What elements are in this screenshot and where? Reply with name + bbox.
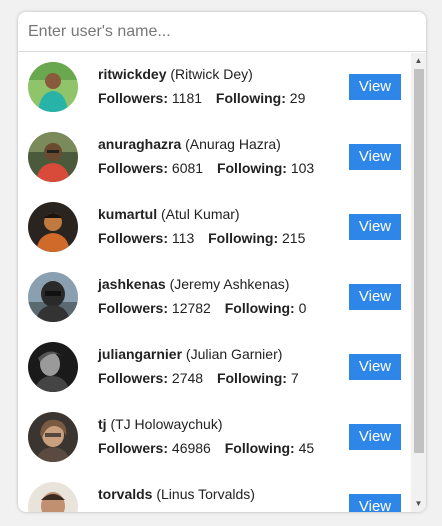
user-name-line: jashkenas (Jeremy Ashkenas) (98, 276, 289, 292)
followers-count: 12782 (171, 300, 211, 316)
following-label: Following: (208, 230, 279, 246)
followers-count: 1181 (171, 90, 203, 106)
following-count: 29 (289, 90, 306, 106)
user-search-card: ritwickdey (Ritwick Dey) Followers: 1181… (18, 12, 426, 512)
followers-label: Followers: (98, 440, 169, 456)
list-item: tj (TJ Holowaychuk) Followers: 46986 Fol… (18, 403, 410, 473)
avatar (28, 272, 78, 322)
user-login: ritwickdey (98, 66, 167, 82)
list-item: anuraghazra (Anurag Hazra) Followers: 60… (18, 123, 410, 193)
followers-label: Followers: (98, 370, 169, 386)
list-item: ritwickdey (Ritwick Dey) Followers: 1181… (18, 53, 410, 123)
user-name-line: torvalds (Linus Torvalds) (98, 486, 255, 502)
user-login: jashkenas (98, 276, 166, 292)
list-item: jashkenas (Jeremy Ashkenas) Followers: 1… (18, 263, 410, 333)
scroll-thumb[interactable] (414, 69, 424, 453)
user-full-name: (Anurag Hazra) (185, 136, 281, 152)
user-full-name: (Atul Kumar) (161, 206, 240, 222)
user-full-name: (Julian Garnier) (185, 346, 283, 362)
followers-count: 6081 (171, 160, 204, 176)
user-login: tj (98, 416, 107, 432)
list-scrollbar[interactable]: ▲ ▼ (411, 53, 426, 512)
user-stats: Followers: 6081 Following: 103 (98, 160, 314, 176)
view-button[interactable]: View (349, 214, 401, 240)
list-item: juliangarnier (Julian Garnier) Followers… (18, 333, 410, 403)
avatar (28, 202, 78, 252)
avatar (28, 132, 78, 182)
user-name-line: kumartul (Atul Kumar) (98, 206, 240, 222)
view-button[interactable]: View (349, 74, 401, 100)
user-stats: Followers: 46986 Following: 45 (98, 440, 314, 456)
followers-count: 46986 (171, 440, 211, 456)
user-list[interactable]: ritwickdey (Ritwick Dey) Followers: 1181… (18, 53, 410, 512)
followers-label: Followers: (98, 90, 169, 106)
following-label: Following: (224, 300, 295, 316)
search-input[interactable] (18, 12, 426, 52)
view-button[interactable]: View (349, 144, 401, 170)
list-item: kumartul (Atul Kumar) Followers: 113 Fol… (18, 193, 410, 263)
view-button[interactable]: View (349, 494, 401, 512)
avatar (28, 62, 78, 112)
view-button[interactable]: View (349, 424, 401, 450)
avatar (28, 342, 78, 392)
followers-label: Followers: (98, 300, 169, 316)
view-button[interactable]: View (349, 284, 401, 310)
following-count: 45 (298, 440, 315, 456)
followers-count: 2748 (171, 370, 204, 386)
user-name-line: juliangarnier (Julian Garnier) (98, 346, 282, 362)
following-count: 0 (298, 300, 307, 316)
user-full-name: (Jeremy Ashkenas) (169, 276, 290, 292)
list-item: torvalds (Linus Torvalds) View (18, 473, 410, 512)
user-stats: Followers: 113 Following: 215 (98, 230, 305, 246)
scroll-up-icon[interactable]: ▲ (411, 54, 426, 68)
following-count: 103 (290, 160, 315, 176)
following-label: Following: (216, 370, 287, 386)
user-login: kumartul (98, 206, 158, 222)
scroll-down-icon[interactable]: ▼ (411, 497, 426, 511)
user-stats: Followers: 12782 Following: 0 (98, 300, 306, 316)
user-login: anuraghazra (98, 136, 182, 152)
following-count: 7 (290, 370, 299, 386)
user-name-line: tj (TJ Holowaychuk) (98, 416, 222, 432)
user-name-line: ritwickdey (Ritwick Dey) (98, 66, 253, 82)
user-stats: Followers: 2748 Following: 7 (98, 370, 299, 386)
followers-label: Followers: (98, 160, 169, 176)
followers-count: 113 (171, 230, 195, 246)
user-full-name: (TJ Holowaychuk) (110, 416, 223, 432)
view-button[interactable]: View (349, 354, 401, 380)
user-stats: Followers: 1181 Following: 29 (98, 90, 305, 106)
following-label: Following: (215, 90, 286, 106)
user-full-name: (Linus Torvalds) (156, 486, 255, 502)
user-full-name: (Ritwick Dey) (170, 66, 253, 82)
user-name-line: anuraghazra (Anurag Hazra) (98, 136, 281, 152)
avatar (28, 412, 78, 462)
following-count: 215 (282, 230, 306, 246)
avatar (28, 482, 78, 512)
user-login: torvalds (98, 486, 153, 502)
user-login: juliangarnier (98, 346, 183, 362)
following-label: Following: (216, 160, 287, 176)
following-label: Following: (224, 440, 295, 456)
followers-label: Followers: (98, 230, 169, 246)
